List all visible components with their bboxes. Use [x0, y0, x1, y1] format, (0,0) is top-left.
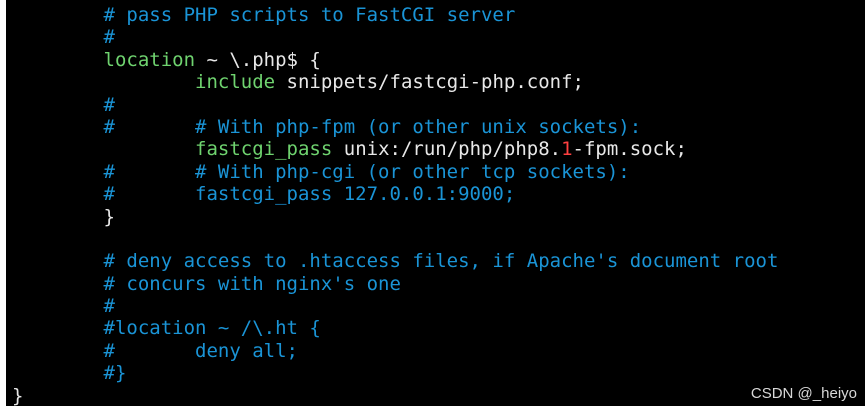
watermark-text: CSDN @_heiyo: [750, 385, 857, 402]
code-token-comment: # concurs with nginx's one: [12, 272, 401, 295]
code-line: #: [12, 295, 865, 317]
code-line: fastcgi_pass unix:/run/php/php8.1-fpm.so…: [12, 138, 865, 160]
code-line: }: [12, 385, 865, 407]
code-token-number: 1: [561, 138, 573, 161]
code-token-keyword: include: [195, 71, 276, 94]
code-token-keyword: location: [103, 48, 196, 71]
code-line: # # With php-fpm (or other unix sockets)…: [12, 116, 865, 138]
code-token-plain: }: [12, 205, 115, 228]
code-token-comment: #: [12, 26, 115, 49]
code-token-plain: -fpm.sock;: [572, 138, 687, 161]
code-token-plain: snippets/fastcgi-php.conf;: [275, 71, 584, 94]
code-line: # deny all;: [12, 340, 865, 362]
code-token-comment: # fastcgi_pass 127.0.0.1:9000;: [12, 183, 516, 206]
code-line: location ~ \.php$ {: [12, 49, 865, 71]
code-token-plain: }: [12, 384, 24, 407]
bottom-border: [0, 406, 865, 410]
code-token-comment: # deny access to .htaccess files, if Apa…: [12, 250, 779, 273]
code-line: # concurs with nginx's one: [12, 273, 865, 295]
code-token-comment: # # With php-fpm (or other unix sockets)…: [12, 115, 642, 138]
code-token-comment: #: [12, 93, 115, 116]
code-line: #}: [12, 362, 865, 384]
code-line: # fastcgi_pass 127.0.0.1:9000;: [12, 183, 865, 205]
code-token-comment: # # With php-cgi (or other tcp sockets):: [12, 160, 630, 183]
code-line: # pass PHP scripts to FastCGI server: [12, 4, 865, 26]
code-line: #: [12, 26, 865, 48]
code-line: # # With php-cgi (or other tcp sockets):: [12, 161, 865, 183]
code-editor[interactable]: # pass PHP scripts to FastCGI server # l…: [12, 4, 865, 407]
code-token-comment: # pass PHP scripts to FastCGI server: [12, 4, 516, 26]
left-border: [0, 0, 6, 410]
code-line: include snippets/fastcgi-php.conf;: [12, 71, 865, 93]
terminal-window: # pass PHP scripts to FastCGI server # l…: [0, 0, 865, 410]
code-token-comment: #: [12, 295, 115, 318]
code-token-plain: ~ \.php$ {: [195, 48, 321, 71]
code-line: }: [12, 206, 865, 228]
code-token-keyword: fastcgi_pass: [195, 138, 333, 161]
code-line: #location ~ /\.ht {: [12, 317, 865, 339]
code-token-plain: unix:/run/php/php8.: [332, 138, 562, 161]
code-token-comment: #location ~ /\.ht {: [12, 317, 321, 340]
code-token-comment: #}: [12, 362, 127, 385]
code-line: # deny access to .htaccess files, if Apa…: [12, 250, 865, 272]
code-token-comment: # deny all;: [12, 339, 298, 362]
code-line: #: [12, 94, 865, 116]
